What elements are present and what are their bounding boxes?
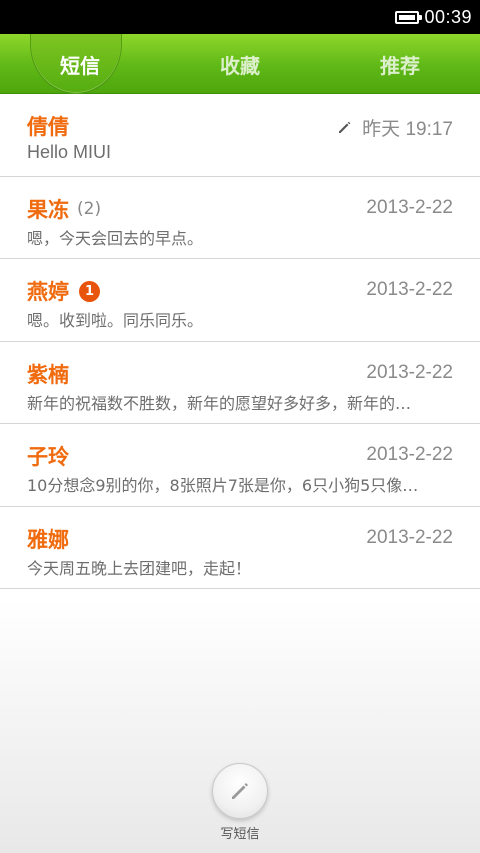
contact-name: 倩倩 [27,115,69,139]
message-preview: 嗯，今天会回去的早点。 [27,228,204,248]
compose-button[interactable] [212,763,268,819]
conversation-row[interactable]: 果冻 (2) 2013-2-22 嗯，今天会回去的早点。 [0,176,480,259]
contact-name: 果冻 [27,197,69,222]
message-preview: Hello MIUI [27,142,112,162]
compose-label: 写短信 [220,827,260,842]
status-bar: 00:39 [0,0,480,34]
conversation-row[interactable]: 雅娜 2013-2-22 今天周五晚上去团建吧，走起！ [0,506,480,589]
tab-bar: 短信 收藏 推荐 [0,34,480,94]
unread-badge: 1 [79,280,100,302]
conversation-row[interactable]: 紫楠 2013-2-22 新年的祝福数不胜数，新年的愿望好多好多，新年的… [0,341,480,424]
pencil-icon [232,783,248,799]
contact-name: 子玲 [27,445,69,469]
contact-name: 紫楠 [27,362,69,387]
message-count: (2) [77,198,102,219]
message-preview: 嗯。收到啦。同乐同乐。 [27,311,204,330]
message-date: 2013-2-22 [366,196,453,218]
conversation-row[interactable]: 燕婷 1 2013-2-22 嗯。收到啦。同乐同乐。 [0,259,480,342]
pencil-icon [339,121,351,133]
message-date: 2013-2-22 [366,279,453,300]
status-clock: 00:39 [424,6,472,27]
message-date: 昨天 19:17 [362,119,453,140]
tab-messages[interactable]: 短信 [30,34,130,94]
conversation-row[interactable]: 子玲 2013-2-22 10分想念9别的你，8张照片7张是你，6只小狗5只像… [0,424,480,507]
battery-full-icon [395,10,423,24]
message-preview: 今天周五晚上去团建吧，走起！ [27,558,252,578]
tab-recommended[interactable]: 推荐 [350,34,450,94]
message-preview: 新年的祝福数不胜数，新年的愿望好多好多，新年的… [27,393,412,413]
message-date: 2013-2-22 [366,526,453,548]
message-preview: 10分想念9别的你，8张照片7张是你，6只小狗5只像… [27,476,419,495]
conversation-row[interactable]: 倩倩 昨天 19:17 Hello MIUI [0,94,480,177]
message-date: 2013-2-22 [366,361,453,383]
contact-name: 雅娜 [27,527,69,552]
contact-name: 燕婷 [27,280,69,304]
conversation-list: 倩倩 昨天 19:17 Hello MIUI 果冻 (2) 2013-2-22 … [0,94,480,589]
tab-favorites[interactable]: 收藏 [190,34,290,94]
message-date: 2013-2-22 [366,444,453,465]
